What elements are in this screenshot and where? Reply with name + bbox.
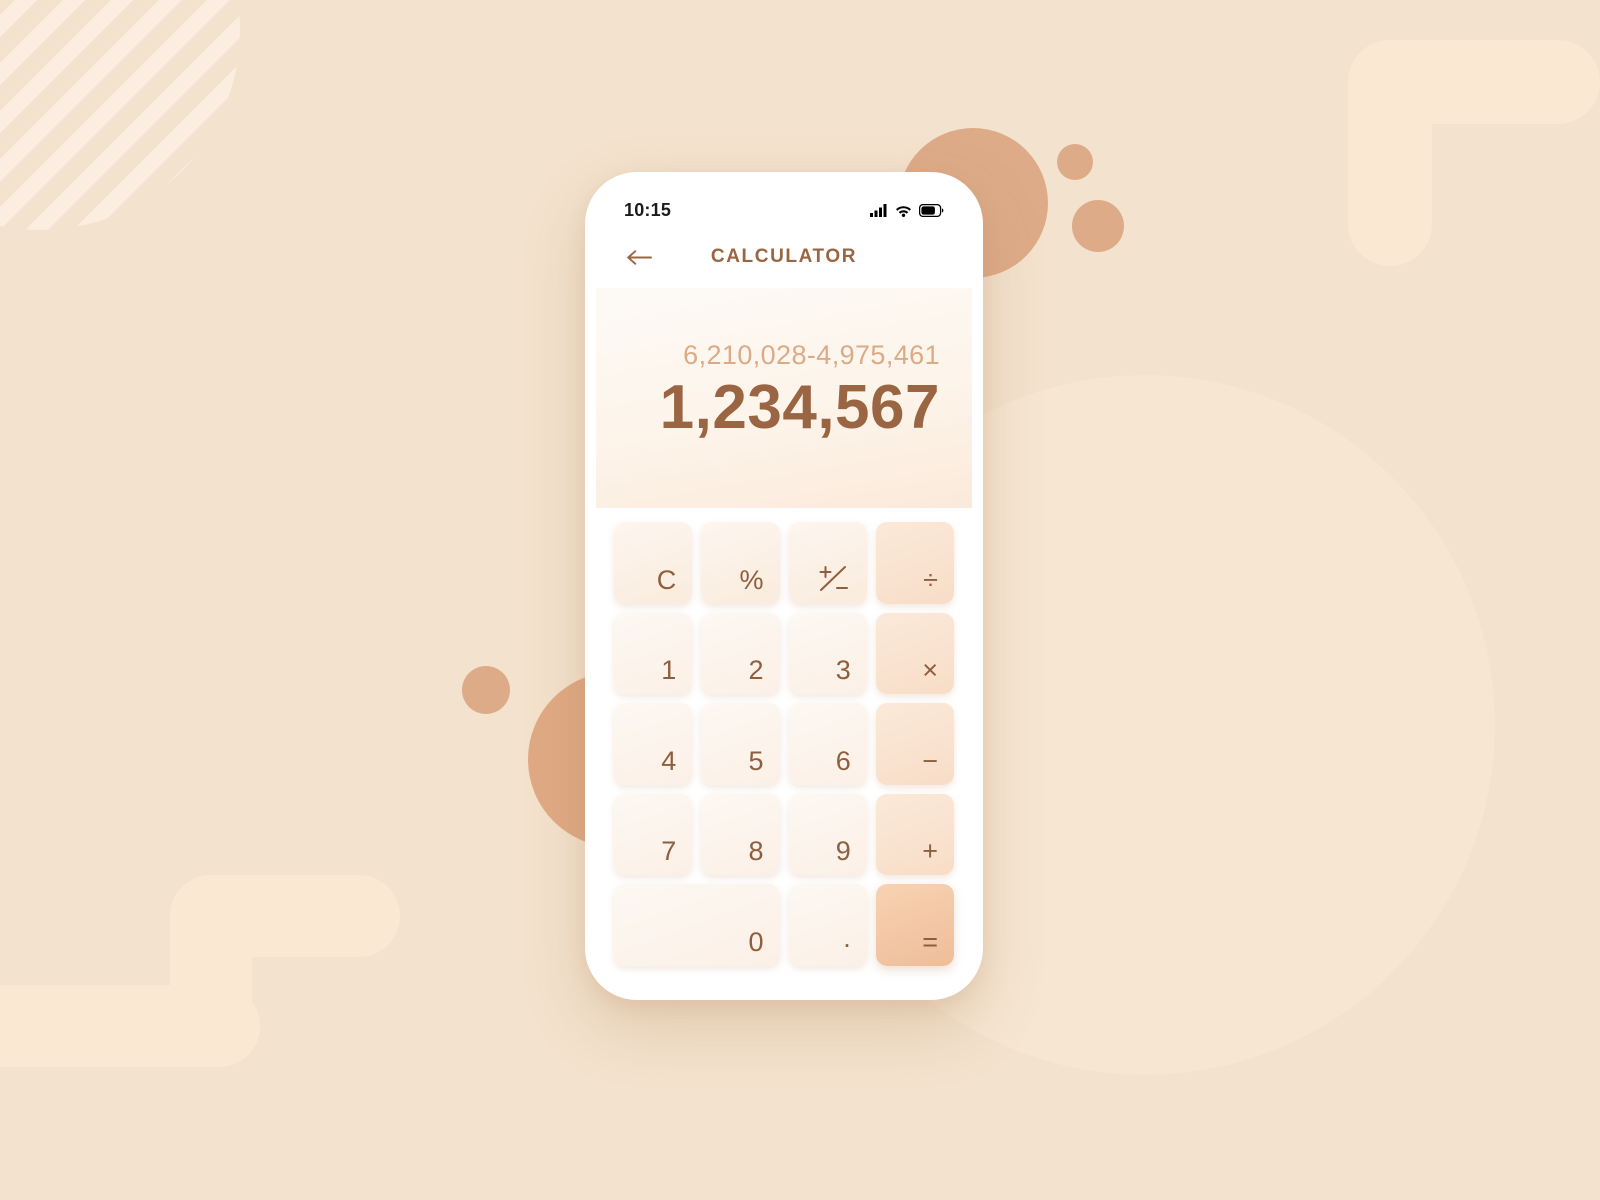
key-digit-1[interactable]: 1 xyxy=(614,612,693,695)
battery-icon xyxy=(919,203,944,217)
key-label: % xyxy=(739,564,764,595)
key-equals[interactable]: = xyxy=(875,884,954,966)
key-digit-2[interactable]: 2 xyxy=(701,612,780,695)
key-label: 1 xyxy=(661,655,677,686)
key-label: 9 xyxy=(835,836,851,867)
key-label: = xyxy=(922,926,938,957)
key-digit-8[interactable]: 8 xyxy=(701,793,780,876)
key-label: 6 xyxy=(835,745,851,776)
key-label: × xyxy=(922,655,938,686)
key-divide[interactable]: ÷ xyxy=(875,522,954,604)
cellular-signal-icon xyxy=(870,203,887,217)
key-label: + xyxy=(922,836,938,867)
key-multiply[interactable]: × xyxy=(875,612,954,695)
status-bar: 10:15 xyxy=(596,184,972,226)
key-digit-9[interactable]: 9 xyxy=(788,793,867,876)
status-time: 10:15 xyxy=(624,199,672,220)
striped-circle-top-left xyxy=(0,0,240,230)
tan-circle-medium-top xyxy=(1072,200,1124,252)
key-label: 5 xyxy=(748,745,764,776)
phone-frame: 10:15 CALCULATOR 6,210,028-4,975,461 1,2… xyxy=(585,172,983,1000)
tan-circle-small-top xyxy=(1057,144,1093,180)
key-clear[interactable]: C xyxy=(614,522,693,604)
key-digit-0[interactable]: 0 xyxy=(614,884,780,966)
key-digit-3[interactable]: 3 xyxy=(788,612,867,695)
key-plus-minus[interactable] xyxy=(788,522,867,604)
key-label: 3 xyxy=(835,655,851,686)
key-digit-4[interactable]: 4 xyxy=(614,703,693,785)
step-bracket-bottom-left-lower xyxy=(0,985,260,1200)
app-header: CALCULATOR xyxy=(596,226,972,288)
key-label: 0 xyxy=(748,926,764,957)
key-label: 7 xyxy=(661,836,677,867)
key-label: 4 xyxy=(661,745,677,776)
calculator-display: 6,210,028-4,975,461 1,234,567 xyxy=(596,288,972,508)
calculator-keypad: C% ÷ 1 2 3 × 4 5 6 − 7 8 9 +0. = xyxy=(596,508,972,988)
key-digit-6[interactable]: 6 xyxy=(788,703,867,785)
key-digit-5[interactable]: 5 xyxy=(701,703,780,785)
key-add[interactable]: + xyxy=(875,793,954,876)
wifi-icon xyxy=(896,205,911,217)
plus-minus-icon xyxy=(817,564,851,594)
phone-screen: 10:15 CALCULATOR 6,210,028-4,975,461 1,2… xyxy=(596,184,972,988)
status-icons xyxy=(870,203,944,217)
key-label: 8 xyxy=(748,836,764,867)
key-label: 2 xyxy=(748,655,764,686)
key-digit-7[interactable]: 7 xyxy=(614,793,693,876)
key-label: . xyxy=(843,922,851,953)
display-expression: 6,210,028-4,975,461 xyxy=(683,339,940,370)
key-subtract[interactable]: − xyxy=(875,703,954,785)
key-percent[interactable]: % xyxy=(701,522,780,604)
key-label: − xyxy=(922,745,938,776)
key-decimal-point[interactable]: . xyxy=(788,884,867,966)
display-result: 1,234,567 xyxy=(659,372,940,442)
corner-bracket-top-right xyxy=(1348,20,1600,266)
key-label: C xyxy=(656,564,677,595)
back-arrow-icon[interactable] xyxy=(622,240,656,274)
key-label: ÷ xyxy=(923,564,938,595)
tan-circle-small-left xyxy=(462,666,510,714)
